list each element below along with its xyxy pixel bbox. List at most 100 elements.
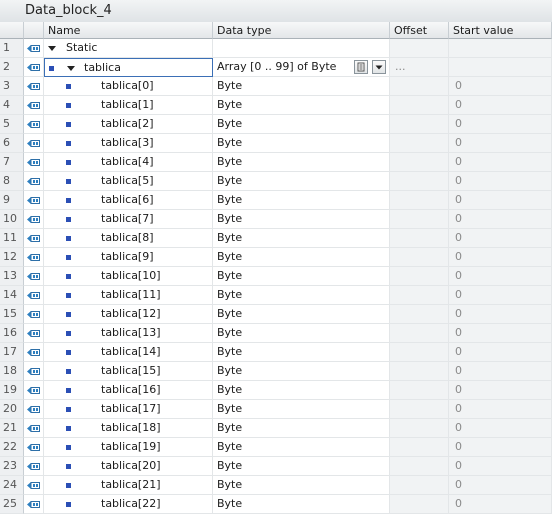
- row-number[interactable]: 1: [0, 39, 24, 58]
- row-icon-cell[interactable]: [24, 438, 44, 457]
- name-cell[interactable]: tablica[13]: [44, 324, 213, 343]
- start-value-cell[interactable]: 0: [449, 248, 552, 267]
- row-number[interactable]: 8: [0, 172, 24, 191]
- name-cell[interactable]: tablica[11]: [44, 286, 213, 305]
- data-type-cell[interactable]: [213, 39, 390, 58]
- row-number[interactable]: 19: [0, 381, 24, 400]
- row-number[interactable]: 22: [0, 438, 24, 457]
- row-number[interactable]: 23: [0, 457, 24, 476]
- name-cell[interactable]: tablica[7]: [44, 210, 213, 229]
- start-value-cell[interactable]: 0: [449, 115, 552, 134]
- row-number[interactable]: 6: [0, 134, 24, 153]
- data-type-cell[interactable]: Byte: [213, 400, 390, 419]
- name-cell[interactable]: tablica[16]: [44, 381, 213, 400]
- row-icon-cell[interactable]: [24, 77, 44, 96]
- data-type-cell[interactable]: Byte: [213, 267, 390, 286]
- name-cell[interactable]: tablica[17]: [44, 400, 213, 419]
- data-type-cell[interactable]: Byte: [213, 381, 390, 400]
- row-icon-cell[interactable]: [24, 286, 44, 305]
- start-value-cell[interactable]: 0: [449, 495, 552, 514]
- start-value-cell[interactable]: 0: [449, 419, 552, 438]
- data-type-cell[interactable]: Byte: [213, 229, 390, 248]
- name-cell[interactable]: tablica[1]: [44, 96, 213, 115]
- table-row[interactable]: 1 Static: [0, 39, 552, 58]
- table-row[interactable]: 12 tablica[9] Byte 0: [0, 248, 552, 267]
- data-type-cell[interactable]: Byte: [213, 286, 390, 305]
- row-number[interactable]: 7: [0, 153, 24, 172]
- row-icon-cell[interactable]: [24, 153, 44, 172]
- row-number[interactable]: 12: [0, 248, 24, 267]
- table-row[interactable]: 20 tablica[17] Byte 0: [0, 400, 552, 419]
- data-type-cell[interactable]: Byte: [213, 77, 390, 96]
- header-name[interactable]: Name: [44, 22, 213, 39]
- row-icon-cell[interactable]: [24, 381, 44, 400]
- row-number[interactable]: 17: [0, 343, 24, 362]
- start-value-cell[interactable]: 0: [449, 229, 552, 248]
- name-cell[interactable]: tablica[8]: [44, 229, 213, 248]
- header-start-value[interactable]: Start value: [449, 22, 552, 39]
- table-row[interactable]: 23 tablica[20] Byte 0: [0, 457, 552, 476]
- data-type-cell[interactable]: Byte: [213, 343, 390, 362]
- header-icon[interactable]: [24, 22, 44, 39]
- data-type-cell[interactable]: Byte: [213, 305, 390, 324]
- start-value-cell[interactable]: 0: [449, 438, 552, 457]
- data-type-cell[interactable]: Byte: [213, 191, 390, 210]
- row-number[interactable]: 2: [0, 58, 24, 77]
- name-cell[interactable]: Static: [44, 39, 213, 58]
- start-value-cell[interactable]: 0: [449, 286, 552, 305]
- header-row-number[interactable]: [0, 22, 24, 39]
- row-number[interactable]: 9: [0, 191, 24, 210]
- row-icon-cell[interactable]: [24, 419, 44, 438]
- name-cell[interactable]: tablica[2]: [44, 115, 213, 134]
- data-type-cell[interactable]: Byte: [213, 362, 390, 381]
- row-icon-cell[interactable]: [24, 191, 44, 210]
- start-value-cell[interactable]: 0: [449, 134, 552, 153]
- table-row[interactable]: 18 tablica[15] Byte 0: [0, 362, 552, 381]
- table-row[interactable]: 5 tablica[2] Byte 0: [0, 115, 552, 134]
- name-cell[interactable]: tablica: [44, 58, 213, 77]
- data-type-cell[interactable]: Byte: [213, 153, 390, 172]
- data-type-cell[interactable]: Byte: [213, 96, 390, 115]
- row-number[interactable]: 18: [0, 362, 24, 381]
- start-value-cell[interactable]: 0: [449, 343, 552, 362]
- table-row[interactable]: 8 tablica[5] Byte 0: [0, 172, 552, 191]
- row-icon-cell[interactable]: [24, 115, 44, 134]
- start-value-cell[interactable]: 0: [449, 457, 552, 476]
- row-icon-cell[interactable]: [24, 39, 44, 58]
- row-number[interactable]: 20: [0, 400, 24, 419]
- data-type-cell[interactable]: Byte: [213, 419, 390, 438]
- row-number[interactable]: 24: [0, 476, 24, 495]
- row-number[interactable]: 10: [0, 210, 24, 229]
- start-value-cell[interactable]: 0: [449, 476, 552, 495]
- row-icon-cell[interactable]: [24, 305, 44, 324]
- start-value-cell[interactable]: 0: [449, 305, 552, 324]
- start-value-cell[interactable]: 0: [449, 77, 552, 96]
- table-row[interactable]: 13 tablica[10] Byte 0: [0, 267, 552, 286]
- row-number[interactable]: 16: [0, 324, 24, 343]
- row-number[interactable]: 11: [0, 229, 24, 248]
- row-icon-cell[interactable]: [24, 248, 44, 267]
- table-row[interactable]: 6 tablica[3] Byte 0: [0, 134, 552, 153]
- name-cell[interactable]: tablica[21]: [44, 476, 213, 495]
- row-icon-cell[interactable]: [24, 476, 44, 495]
- row-icon-cell[interactable]: [24, 172, 44, 191]
- name-cell[interactable]: tablica[19]: [44, 438, 213, 457]
- start-value-cell[interactable]: 0: [449, 362, 552, 381]
- name-cell[interactable]: tablica[9]: [44, 248, 213, 267]
- data-type-cell[interactable]: Byte: [213, 248, 390, 267]
- table-row[interactable]: 17 tablica[14] Byte 0: [0, 343, 552, 362]
- start-value-cell[interactable]: [449, 39, 552, 58]
- row-icon-cell[interactable]: [24, 362, 44, 381]
- name-cell[interactable]: tablica[5]: [44, 172, 213, 191]
- data-type-cell[interactable]: Byte: [213, 438, 390, 457]
- row-icon-cell[interactable]: [24, 400, 44, 419]
- row-number[interactable]: 5: [0, 115, 24, 134]
- row-number[interactable]: 13: [0, 267, 24, 286]
- data-type-cell[interactable]: Byte: [213, 495, 390, 514]
- start-value-cell[interactable]: 0: [449, 153, 552, 172]
- table-row[interactable]: 25 tablica[22] Byte 0: [0, 495, 552, 514]
- table-row[interactable]: 4 tablica[1] Byte 0: [0, 96, 552, 115]
- start-value-cell[interactable]: 0: [449, 191, 552, 210]
- header-offset[interactable]: Offset: [390, 22, 449, 39]
- table-row[interactable]: 24 tablica[21] Byte 0: [0, 476, 552, 495]
